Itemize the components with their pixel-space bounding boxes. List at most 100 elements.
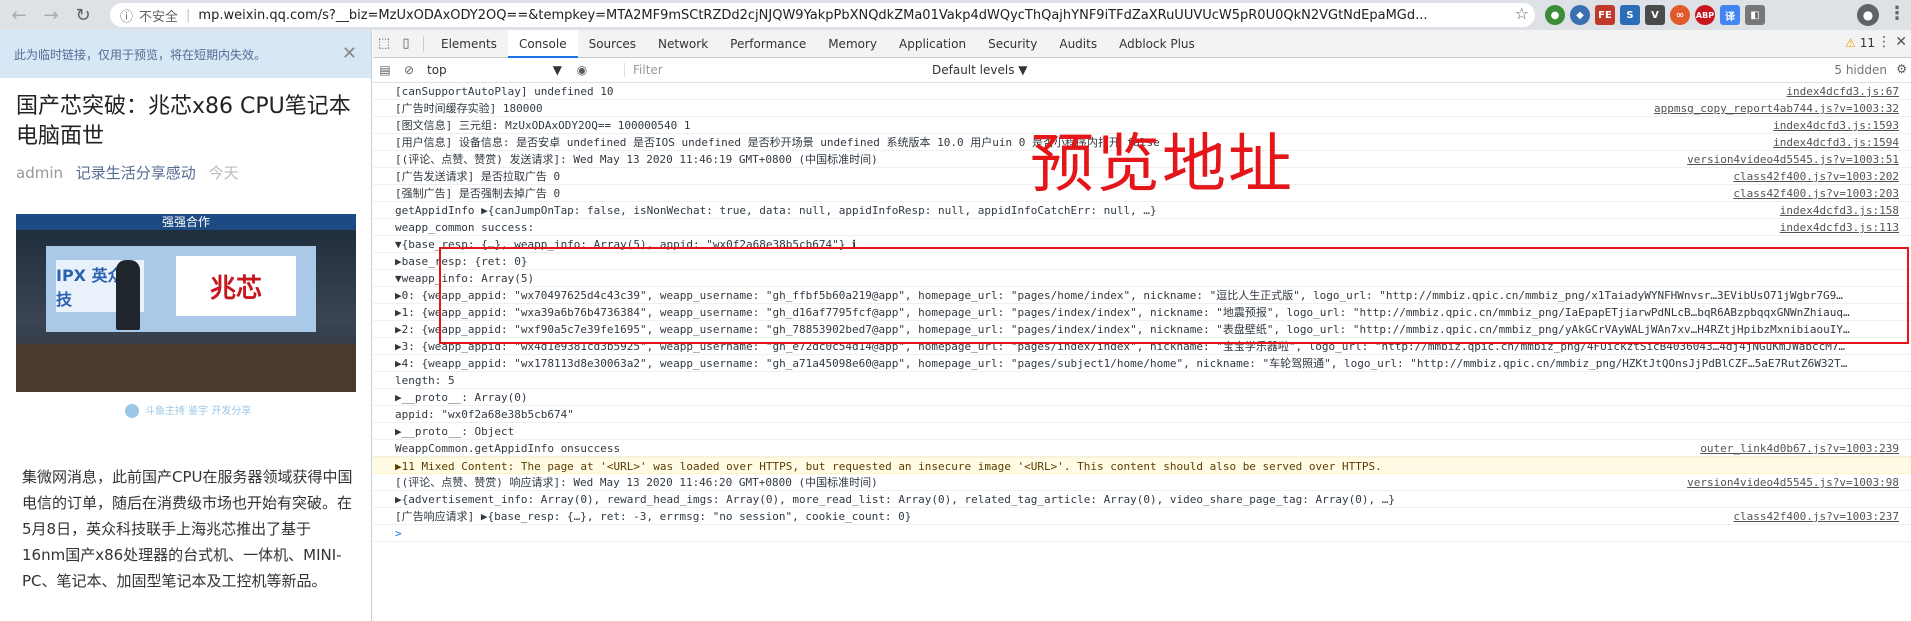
tab-network[interactable]: Network (647, 30, 719, 58)
source-link[interactable]: outer_link4d0b67.js?v=1003:239 (1694, 440, 1899, 456)
console-line[interactable]: WeappCommon.getAppidInfo onsuccess outer_… (373, 440, 1911, 457)
console-line[interactable]: ▶base_resp: {ret: 0} (373, 253, 1911, 270)
browser-toolbar: ← → ↻ ⓘ 不安全 | mp.weixin.qq.com/s?__biz=M… (0, 0, 1911, 30)
article-source-link[interactable]: 记录生活分享感动 (76, 164, 196, 182)
console-line[interactable]: ▶__proto__: Array(0) (373, 389, 1911, 406)
console-line[interactable]: [(评论、点赞、赞赏) 响应请求]: Wed May 13 2020 11:46… (373, 474, 1911, 491)
console-message: weapp_common success: (395, 221, 535, 234)
source-link[interactable]: index4dcfd3.js:113 (1773, 219, 1899, 235)
eye-icon[interactable]: ◉ (570, 63, 594, 77)
tab-separator (423, 35, 424, 52)
console-line[interactable]: ▶3: {weapp_appid: "wx4d1e9381cd3b5925", … (373, 338, 1911, 355)
console-message: ▶2: {weapp_appid: "wxf90a5c7e39fe1695", … (395, 323, 1850, 336)
tab-elements[interactable]: Elements (430, 30, 508, 58)
console-message: ▶3: {weapp_appid: "wx4d1e9381cd3b5925", … (395, 340, 1846, 353)
tab-performance[interactable]: Performance (719, 30, 817, 58)
source-link[interactable]: index4dcfd3.js:1594 (1767, 134, 1899, 150)
console-line[interactable]: ▶__proto__: Object (373, 423, 1911, 440)
source-link[interactable]: version4video4d5545.js?v=1003:98 (1681, 474, 1899, 490)
photo-banner: 强强合作 (16, 214, 356, 230)
console-line[interactable]: appid: "wx0f2a68e38b5cb674" (373, 406, 1911, 423)
tab-audits[interactable]: Audits (1048, 30, 1108, 58)
back-button[interactable]: ← (6, 2, 32, 28)
warning-icon: ⚠ (1845, 36, 1856, 50)
console-line[interactable]: [广告时间缓存实验] 180000 appmsg_copy_report4ab74… (373, 100, 1911, 117)
console-message: ▼weapp_info: Array(5) (395, 272, 535, 285)
device-toolbar-icon[interactable]: ▯ (395, 36, 417, 51)
source-link[interactable]: index4dcfd3.js:1593 (1767, 117, 1899, 133)
insecure-label: 不安全 (139, 9, 179, 25)
console-message: ▼{base_resp: {…}, weapp_info: Array(5), … (395, 238, 857, 251)
source-link[interactable]: class42f400.js?v=1003:203 (1727, 185, 1899, 201)
devtools-close-icon[interactable]: ✕ (1895, 34, 1907, 50)
forward-button[interactable]: → (38, 2, 64, 28)
translate-icon[interactable]: 译 (1720, 5, 1740, 25)
console-message: [图文信息] 三元组: MzUxODAxODY2OQ== 100000540 1 (395, 119, 691, 132)
article-pane: 此为临时链接，仅用于预览，将在短期内失效。 ✕ 国产芯突破：兆芯x86 CPU笔… (0, 30, 372, 621)
clear-console-icon[interactable]: ⊘ (397, 63, 421, 77)
inspect-element-icon[interactable]: ⬚ (373, 36, 395, 51)
console-line[interactable]: weapp_common success: index4dcfd3.js:113 (373, 219, 1911, 236)
source-link[interactable]: appmsg_copy_report4ab744.js?v=1003:32 (1647, 100, 1899, 116)
console-line[interactable]: ▶2: {weapp_appid: "wxf90a5c7e39fe1695", … (373, 321, 1911, 338)
preview-notice-text: 此为临时链接，仅用于预览，将在短期内失效。 (14, 47, 267, 62)
console-line[interactable]: ▼{base_resp: {…}, weapp_info: Array(5), … (373, 236, 1911, 253)
console-line[interactable]: getAppidInfo ▶{canJumpOnTap: false, isNo… (373, 202, 1911, 219)
console-line[interactable]: ▶4: {weapp_appid: "wx178113d8e30063a2", … (373, 355, 1911, 372)
console-line[interactable]: ▶{advertisement_info: Array(0), reward_h… (373, 491, 1911, 508)
console-line[interactable]: [广告响应请求] ▶{base_resp: {…}, ret: -3, errm… (373, 508, 1911, 525)
tab-console[interactable]: Console (507, 29, 578, 58)
extension-v-icon[interactable]: V (1645, 5, 1665, 25)
article-body: 集微网消息，此前国产CPU在服务器领域获得中国电信的订单，随后在消费级市场也开始… (22, 468, 353, 590)
chevron-down-icon: ▼ (552, 63, 562, 77)
source-link[interactable]: class42f400.js?v=1003:202 (1727, 168, 1899, 184)
info-icon[interactable]: ⓘ (120, 6, 133, 25)
console-message: ▶__proto__: Array(0) (395, 391, 528, 404)
console-message: length: 5 (395, 374, 455, 387)
console-line[interactable]: length: 5 (373, 372, 1911, 389)
console-line[interactable]: ▶1: {weapp_appid: "wxa39a6b76b4736384", … (373, 304, 1911, 321)
extension-other-icon[interactable]: ◧ (1745, 5, 1765, 25)
console-line[interactable]: ▼weapp_info: Array(5) (373, 270, 1911, 287)
address-bar[interactable]: ⓘ 不安全 | mp.weixin.qq.com/s?__biz=MzUxODA… (110, 3, 1535, 27)
tab-memory[interactable]: Memory (817, 30, 888, 58)
console-message: ▶__proto__: Object (395, 425, 515, 438)
close-icon[interactable]: ✕ (342, 43, 357, 64)
console-line[interactable]: ▶11 Mixed Content: The page at '<URL>' w… (373, 457, 1911, 474)
tab-adblock-plus[interactable]: Adblock Plus (1108, 30, 1206, 58)
url-text[interactable]: mp.weixin.qq.com/s?__biz=MzUxODAxODY2OQ=… (198, 8, 1427, 23)
sidebar-toggle-icon[interactable]: ▤ (373, 63, 397, 77)
console-prompt[interactable]: > (373, 525, 1911, 542)
source-link[interactable]: version4video4d5545.js?v=1003:51 (1681, 151, 1899, 167)
extension-green-icon[interactable]: ● (1545, 5, 1565, 25)
console-line[interactable]: ▶0: {weapp_appid: "wx70497625d4c43c39", … (373, 287, 1911, 304)
browser-menu-icon[interactable]: ⋮ (1888, 3, 1906, 24)
adblock-icon[interactable]: ABP (1695, 5, 1715, 25)
console-line[interactable]: [canSupportAutoPlay] undefined 10 index4d… (373, 83, 1911, 100)
source-link[interactable]: index4dcfd3.js:158 (1773, 202, 1899, 218)
bookmark-star-icon[interactable]: ☆ (1510, 4, 1529, 23)
tab-sources[interactable]: Sources (578, 30, 647, 58)
more-options-icon[interactable]: ⋮ (1877, 34, 1891, 50)
console-message: [canSupportAutoPlay] undefined 10 (395, 85, 614, 98)
filter-input[interactable]: Filter (624, 63, 924, 77)
console-message: [(评论、点赞、赞赏) 响应请求]: Wed May 13 2020 11:46… (395, 476, 878, 489)
gear-icon[interactable]: ⚙ (1896, 62, 1907, 76)
tab-security[interactable]: Security (977, 30, 1048, 58)
log-levels-dropdown[interactable]: Default levels ▼ (932, 63, 1028, 77)
tab-application[interactable]: Application (888, 30, 977, 58)
article-meta: admin 记录生活分享感动 今天 (16, 162, 355, 183)
source-link[interactable]: class42f400.js?v=1003:237 (1727, 508, 1899, 524)
extension-fe-icon[interactable]: FE (1595, 5, 1615, 25)
extension-s-icon[interactable]: S (1620, 5, 1640, 25)
extension-shield-icon[interactable]: ◆ (1570, 5, 1590, 25)
extension-orange-icon[interactable]: ∞ (1670, 5, 1690, 25)
reload-button[interactable]: ↻ (70, 2, 96, 28)
context-selector[interactable]: top ▼ (427, 63, 562, 77)
watermark-text: 斗鱼主持 鉴宇 开发分享 (145, 406, 252, 417)
browser-window: ← → ↻ ⓘ 不安全 | mp.weixin.qq.com/s?__biz=M… (0, 0, 1911, 621)
profile-avatar-icon[interactable]: ● (1857, 4, 1879, 26)
source-link[interactable]: index4dcfd3.js:67 (1780, 83, 1899, 99)
warning-count[interactable]: ⚠ 11 (1845, 36, 1875, 50)
photo-speaker (116, 260, 140, 330)
